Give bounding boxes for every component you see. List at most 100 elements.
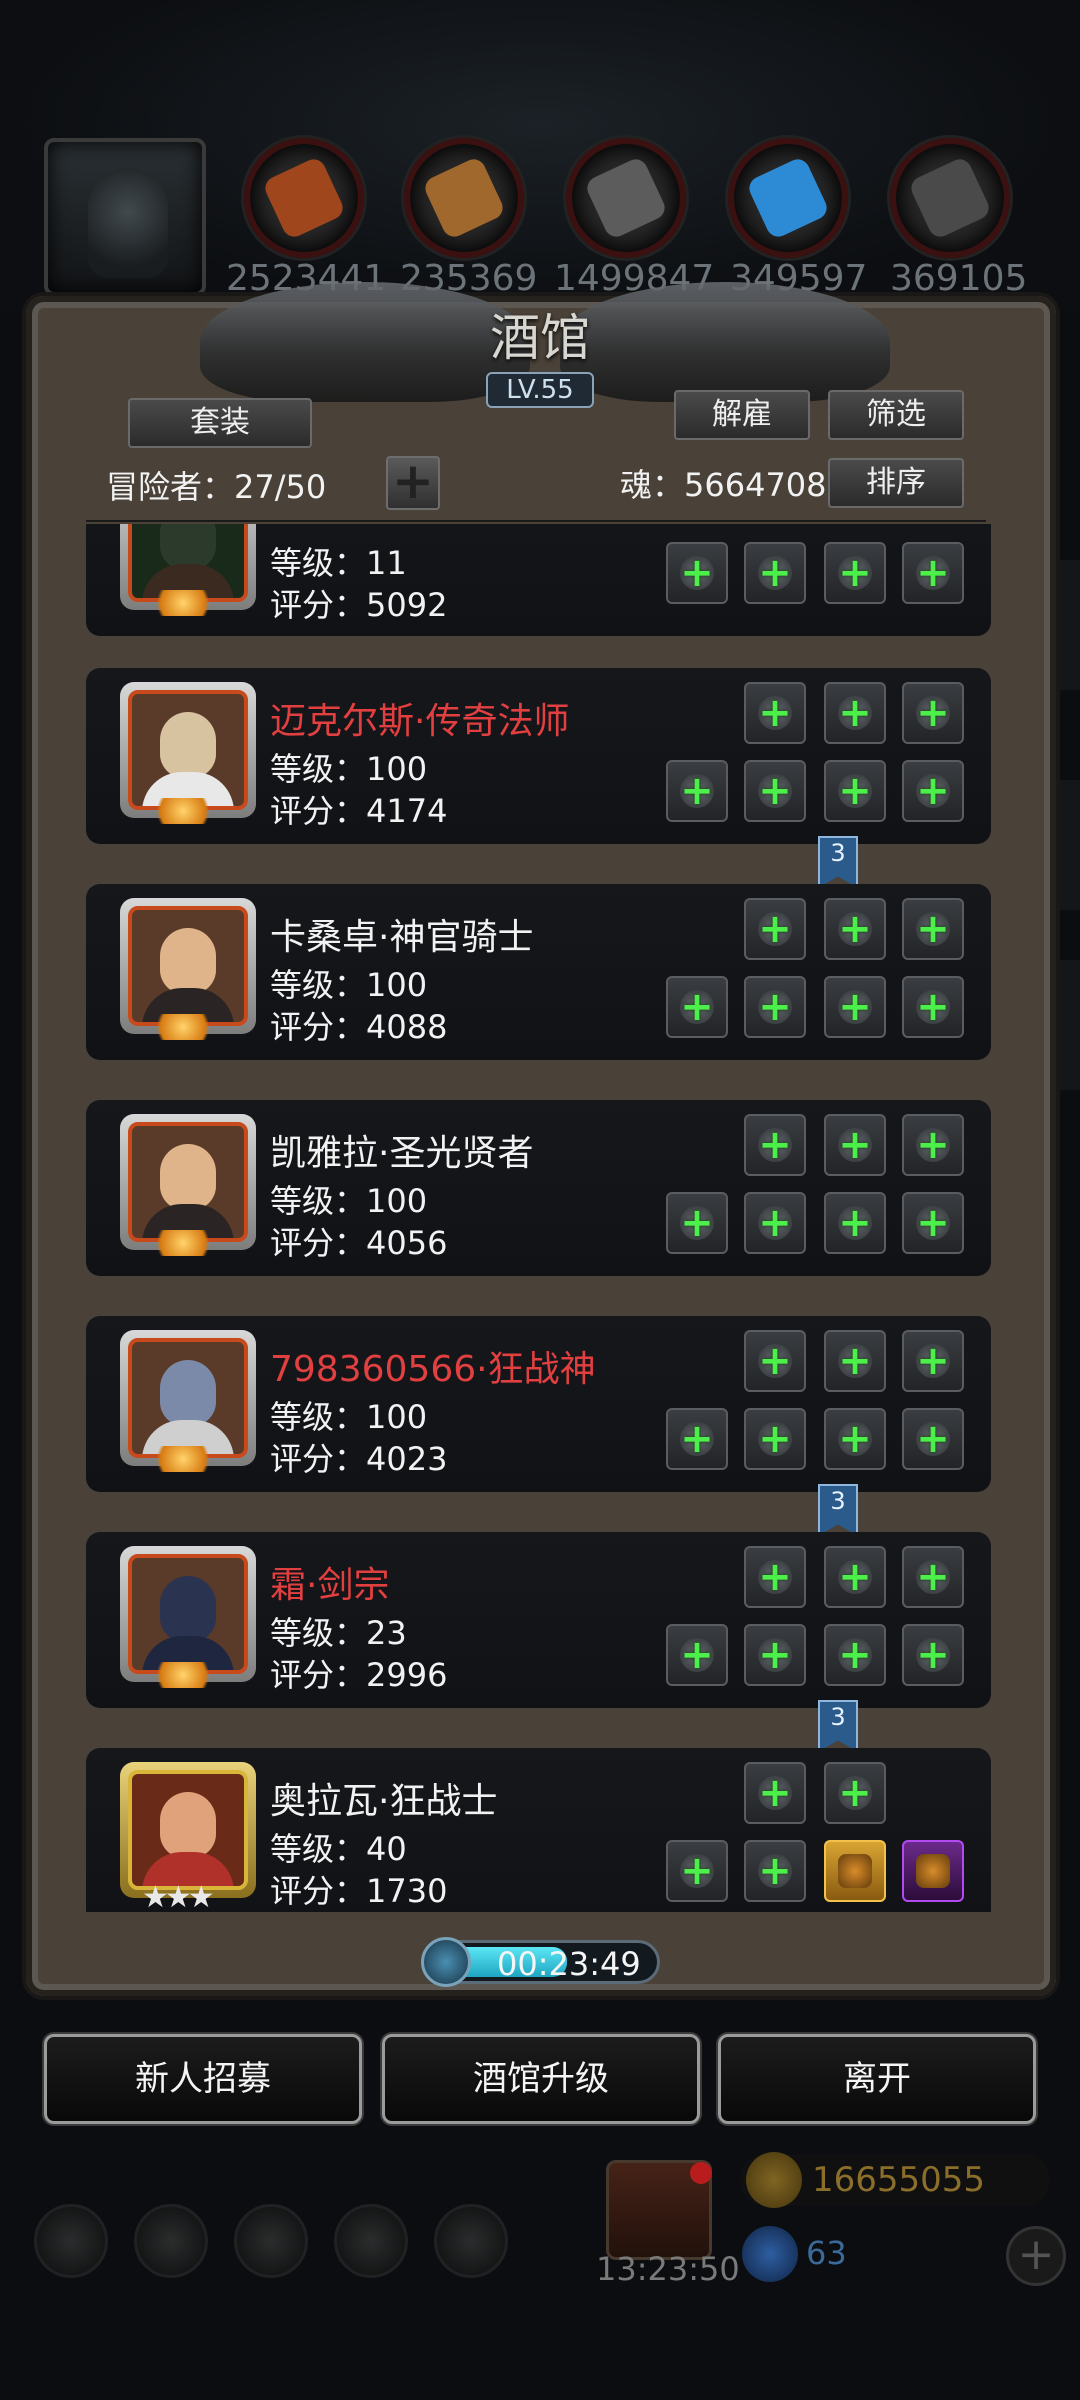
- mail-icon[interactable]: [334, 2204, 408, 2278]
- refresh-timer: 00:23:49: [421, 1937, 660, 1987]
- boots-slot[interactable]: +: [902, 1114, 964, 1176]
- gift-timer: 13:23:50: [596, 2250, 740, 2288]
- hero-card[interactable]: 等级：11 评分：5092 + + + +: [86, 524, 991, 636]
- leave-button[interactable]: 离开: [718, 2034, 1036, 2124]
- helmet-slot[interactable]: +: [744, 1114, 806, 1176]
- ring-slot[interactable]: +: [824, 1408, 886, 1470]
- resource-crystal[interactable]: [728, 138, 848, 258]
- hero-card[interactable]: 凯雅拉·圣光贤者 等级：100 评分：4056 + + + + + + +: [86, 1100, 991, 1276]
- hero-score: 评分：4023: [270, 1440, 448, 1478]
- boots-slot[interactable]: +: [902, 1330, 964, 1392]
- helmet-slot[interactable]: +: [744, 682, 806, 744]
- helmet-slot[interactable]: +: [744, 1762, 806, 1824]
- resource-iron[interactable]: [890, 138, 1010, 258]
- filter-button[interactable]: 筛选: [828, 390, 964, 440]
- helmet-slot[interactable]: +: [744, 898, 806, 960]
- hero-score: 评分：2996: [270, 1656, 448, 1694]
- tier-flag: 3: [818, 1700, 858, 1752]
- hero-level: 等级：100: [270, 750, 428, 788]
- weapon-slot[interactable]: +: [666, 760, 728, 822]
- helmet-slot[interactable]: +: [744, 1330, 806, 1392]
- bag-icon[interactable]: [434, 2204, 508, 2278]
- wood-icon: [421, 155, 507, 241]
- dismiss-button[interactable]: 解雇: [674, 390, 810, 440]
- recruit-button[interactable]: 新人招募: [44, 2034, 362, 2124]
- hero-card[interactable]: 798360566·狂战神 等级：100 评分：4023 + + + + + +…: [86, 1316, 991, 1492]
- weapon-slot[interactable]: +: [666, 1408, 728, 1470]
- amulet-slot[interactable]: +: [902, 1408, 964, 1470]
- boots-slot[interactable]: +: [902, 682, 964, 744]
- equipped-armor-item[interactable]: [824, 1840, 886, 1902]
- rank-crest-icon: [148, 1014, 218, 1040]
- ring-slot[interactable]: +: [824, 542, 886, 604]
- achievement-icon[interactable]: [134, 2204, 208, 2278]
- ring-slot[interactable]: +: [824, 760, 886, 822]
- resource-stone[interactable]: [566, 138, 686, 258]
- gloves-slot[interactable]: +: [824, 1546, 886, 1608]
- gloves-slot[interactable]: +: [824, 682, 886, 744]
- weapon-slot[interactable]: +: [666, 542, 728, 604]
- armor-slot[interactable]: +: [744, 542, 806, 604]
- rank-crest-icon: [148, 1446, 218, 1472]
- gloves-slot[interactable]: +: [824, 898, 886, 960]
- hero-level: 等级：11: [270, 544, 407, 582]
- player-avatar[interactable]: [44, 138, 206, 296]
- tier-flag: 3: [818, 836, 858, 888]
- hero-name: 798360566·狂战神: [270, 1349, 596, 1390]
- boots-slot[interactable]: +: [902, 898, 964, 960]
- hero-card[interactable]: 迈克尔斯·传奇法师 等级：100 评分：4174 + + + + + + +: [86, 668, 991, 844]
- hero-card[interactable]: 卡桑卓·神官骑士 等级：100 评分：4088 + + + + + + +: [86, 884, 991, 1060]
- amulet-slot[interactable]: +: [902, 1624, 964, 1686]
- equipped-boots-item[interactable]: [902, 1840, 964, 1902]
- resource-wood[interactable]: [404, 138, 524, 258]
- hero-name: 奥拉瓦·狂战士: [270, 1781, 498, 1822]
- set-button[interactable]: 套装: [128, 398, 312, 448]
- gold-coin-icon: [746, 2152, 802, 2208]
- weapon-slot[interactable]: +: [666, 1624, 728, 1686]
- guild-icon[interactable]: [234, 2204, 308, 2278]
- armor-slot[interactable]: +: [744, 1408, 806, 1470]
- settings-icon[interactable]: [34, 2204, 108, 2278]
- hero-score: 评分：5092: [270, 586, 448, 624]
- weapon-slot[interactable]: +: [666, 976, 728, 1038]
- ring-slot[interactable]: +: [824, 1624, 886, 1686]
- amulet-slot[interactable]: +: [902, 542, 964, 604]
- weapon-slot[interactable]: +: [666, 1192, 728, 1254]
- meat-icon: [261, 155, 347, 241]
- sort-button[interactable]: 排序: [828, 458, 964, 508]
- amulet-slot[interactable]: +: [902, 976, 964, 1038]
- gloves-slot[interactable]: +: [824, 1762, 886, 1824]
- hero-list[interactable]: 等级：11 评分：5092 + + + + 迈克尔斯·传奇法师 等级：100 评…: [86, 524, 991, 1912]
- boots-slot[interactable]: +: [902, 1546, 964, 1608]
- hero-card[interactable]: ★★★ 奥拉瓦·狂战士 等级：40 评分：1730 + + + +: [86, 1748, 991, 1912]
- armor-slot[interactable]: +: [744, 1624, 806, 1686]
- clock-icon: [421, 1937, 471, 1987]
- hero-card[interactable]: 霜·剑宗 等级：23 评分：2996 + + + + + + +: [86, 1532, 991, 1708]
- expand-capacity-button[interactable]: +: [386, 456, 440, 510]
- amulet-slot[interactable]: +: [902, 1192, 964, 1254]
- panel-title: 酒馆: [490, 309, 590, 367]
- ring-slot[interactable]: +: [824, 976, 886, 1038]
- add-currency-button[interactable]: +: [1006, 2226, 1066, 2286]
- amulet-slot[interactable]: +: [902, 760, 964, 822]
- hero-level: 等级：40: [270, 1830, 407, 1868]
- hero-score: 评分：4174: [270, 792, 448, 830]
- crystal-icon: [745, 155, 831, 241]
- armor-slot[interactable]: +: [744, 976, 806, 1038]
- gloves-slot[interactable]: +: [824, 1114, 886, 1176]
- resource-iron-value: 369105: [890, 258, 1028, 299]
- upgrade-tavern-button[interactable]: 酒馆升级: [382, 2034, 700, 2124]
- iron-icon: [907, 155, 993, 241]
- resource-meat[interactable]: [244, 138, 364, 258]
- hero-name: 霜·剑宗: [270, 1565, 390, 1606]
- armor-slot[interactable]: +: [744, 1192, 806, 1254]
- gloves-slot[interactable]: +: [824, 1330, 886, 1392]
- weapon-slot[interactable]: +: [666, 1840, 728, 1902]
- rank-crest-icon: [148, 1662, 218, 1688]
- armor-slot[interactable]: +: [744, 1840, 806, 1902]
- notification-dot: [690, 2162, 712, 2184]
- helmet-slot[interactable]: +: [744, 1546, 806, 1608]
- ring-slot[interactable]: +: [824, 1192, 886, 1254]
- tavern-level-badge: LV.55: [486, 372, 594, 408]
- armor-slot[interactable]: +: [744, 760, 806, 822]
